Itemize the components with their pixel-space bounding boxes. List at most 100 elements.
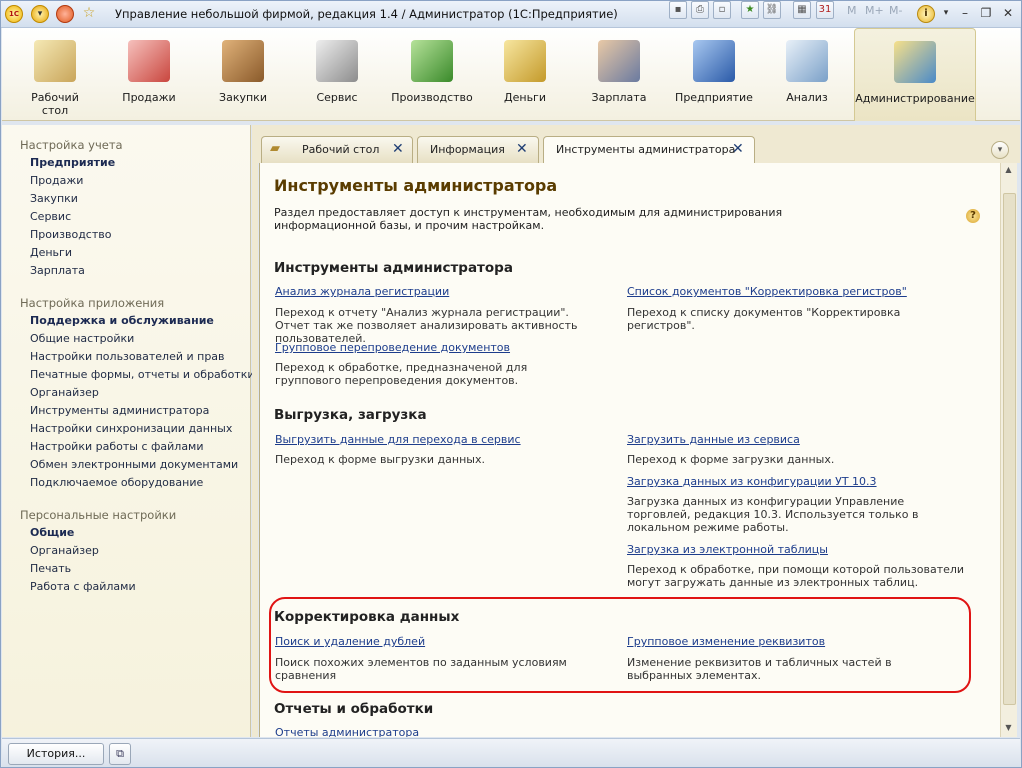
nav-item-files[interactable]: Работа с файлами — [30, 580, 136, 593]
link-find-duplicates[interactable]: Поиск и удаление дублей — [275, 635, 425, 648]
nav-item-purchases[interactable]: Закупки — [30, 192, 78, 205]
memory-m-plus[interactable]: M+ — [865, 4, 884, 17]
nav-item-print-forms[interactable]: Печатные формы, отчеты и обработки — [30, 368, 255, 381]
desc-group-edit-attributes: Изменение реквизитов и табличных частей … — [627, 656, 892, 682]
nav-item-support[interactable]: Поддержка и обслуживание — [30, 314, 214, 327]
section-heading-tools: Инструменты администратора — [274, 260, 513, 276]
add-favorite-icon[interactable]: ★ — [741, 1, 759, 19]
link-icon[interactable]: ⛓ — [763, 1, 781, 19]
nav-item-enterprise[interactable]: Предприятие — [30, 156, 115, 169]
desc-import-from-service: Переход к форме загрузки данных. — [627, 453, 835, 466]
nav-item-edi[interactable]: Обмен электронными документами — [30, 458, 238, 471]
section-money[interactable]: Деньги — [486, 28, 564, 120]
restore-icon[interactable]: ❐ — [977, 4, 995, 22]
dropdown-arrow-icon[interactable]: ▾ — [937, 4, 955, 22]
scroll-thumb[interactable] — [1003, 193, 1016, 705]
basket-icon — [128, 40, 170, 82]
link-import-spreadsheet[interactable]: Загрузка из электронной таблицы — [627, 543, 828, 556]
left-navigation-panel: Настройка учета Предприятие Продажи Заку… — [2, 125, 255, 737]
section-sales[interactable]: Продажи — [110, 28, 188, 120]
stop-icon[interactable] — [56, 5, 74, 23]
section-desktop[interactable]: Рабочий стол — [16, 28, 94, 120]
tools-icon — [316, 40, 358, 82]
memory-m-minus[interactable]: M- — [889, 4, 902, 17]
panel-splitter[interactable] — [252, 125, 258, 737]
content-area: Инструменты администратора Раздел предос… — [259, 163, 1000, 737]
section-label: Предприятие — [675, 91, 753, 104]
nav-item-users-rights[interactable]: Настройки пользователей и прав — [30, 350, 225, 363]
menu-dropdown-icon[interactable]: ▾ — [31, 5, 49, 23]
section-purchases[interactable]: Закупки — [204, 28, 282, 120]
nav-item-money[interactable]: Деньги — [30, 246, 72, 259]
link-registration-log[interactable]: Анализ журнала регистрации — [275, 285, 449, 298]
group-accounting-settings: Настройка учета — [20, 138, 123, 152]
tab-close-icon[interactable]: ✕ — [516, 141, 528, 157]
link-group-reposting[interactable]: Групповое перепроведение документов — [275, 341, 510, 354]
nav-item-production[interactable]: Производство — [30, 228, 111, 241]
nav-item-service[interactable]: Сервис — [30, 210, 71, 223]
nav-item-personal-organizer[interactable]: Органайзер — [30, 544, 99, 557]
group-personal-settings: Персональные настройки — [20, 508, 177, 522]
help-icon[interactable]: ? — [966, 209, 980, 223]
nav-item-admin-tools[interactable]: Инструменты администратора — [30, 404, 209, 417]
nav-item-print[interactable]: Печать — [30, 562, 71, 575]
boxes-icon — [222, 40, 264, 82]
calculator-icon[interactable]: ▦ — [793, 1, 811, 19]
memory-m[interactable]: M — [847, 4, 857, 17]
windows-list-icon[interactable]: ⧉ — [109, 743, 131, 765]
section-analysis[interactable]: Анализ — [768, 28, 846, 120]
tabs-menu-icon[interactable]: ▾ — [991, 141, 1009, 159]
admin-icon — [894, 41, 936, 83]
favorite-star-icon[interactable]: ☆ — [81, 5, 97, 21]
save-icon[interactable]: ▪ — [669, 1, 687, 19]
nav-item-sync-settings[interactable]: Настройки синхронизации данных — [30, 422, 232, 435]
scroll-down-icon[interactable]: ▼ — [1003, 723, 1014, 733]
desc-group-reposting: Переход к обработке, предназначеной для … — [275, 361, 528, 387]
tab-close-icon[interactable]: ✕ — [392, 141, 404, 157]
nav-item-sales[interactable]: Продажи — [30, 174, 83, 187]
link-import-ut[interactable]: Загрузка данных из конфигурации УТ 10.3 — [627, 475, 877, 488]
section-enterprise[interactable]: Предприятие — [672, 28, 756, 120]
tab-information[interactable]: Информация ✕ — [417, 136, 539, 163]
nav-item-salary[interactable]: Зарплата — [30, 264, 85, 277]
calendar-icon[interactable]: 31 — [816, 1, 834, 19]
nav-item-organizer[interactable]: Органайзер — [30, 386, 99, 399]
link-group-edit-attributes[interactable]: Групповое изменение реквизитов — [627, 635, 825, 648]
nav-item-file-settings[interactable]: Настройки работы с файлами — [30, 440, 204, 453]
nav-item-equipment[interactable]: Подключаемое оборудование — [30, 476, 203, 489]
tab-desktop[interactable]: ▰ Рабочий стол ✕ — [261, 136, 413, 163]
section-label: Зарплата — [591, 91, 647, 104]
minimize-icon[interactable]: – — [956, 4, 974, 22]
section-label: Администрирование — [855, 92, 975, 105]
link-register-corrections[interactable]: Список документов "Корректировка регистр… — [627, 285, 907, 298]
history-button[interactable]: История... — [8, 743, 104, 765]
chart-icon — [786, 40, 828, 82]
tab-close-icon[interactable]: ✕ — [732, 141, 744, 157]
section-administration[interactable]: Администрирование — [854, 28, 976, 121]
link-admin-reports[interactable]: Отчеты администратора — [275, 726, 419, 737]
vertical-scrollbar[interactable]: ▲ ▼ — [1000, 163, 1017, 737]
tab-bar: ▰ Рабочий стол ✕ Информация ✕ Инструмент… — [258, 125, 1020, 164]
section-salary[interactable]: Зарплата — [580, 28, 658, 120]
print-icon[interactable]: ⎙ — [691, 1, 709, 19]
section-label: Сервис — [316, 91, 358, 104]
section-label: Анализ — [786, 91, 828, 104]
preview-icon[interactable]: ▫ — [713, 1, 731, 19]
close-icon[interactable]: ✕ — [999, 4, 1017, 22]
1c-logo-icon[interactable]: 1С — [5, 5, 23, 23]
scroll-up-icon[interactable]: ▲ — [1003, 165, 1014, 175]
desktop-icon — [34, 40, 76, 82]
section-label: Продажи — [122, 91, 176, 104]
nav-item-general[interactable]: Общие — [30, 526, 74, 539]
section-service[interactable]: Сервис — [298, 28, 376, 120]
nav-item-general-settings[interactable]: Общие настройки — [30, 332, 134, 345]
link-export-to-service[interactable]: Выгрузить данные для перехода в сервис — [275, 433, 521, 446]
tab-admin-tools[interactable]: Инструменты администратора ✕ — [543, 136, 755, 164]
link-import-from-service[interactable]: Загрузить данные из сервиса — [627, 433, 800, 446]
section-production[interactable]: Производство — [390, 28, 474, 120]
desktop-small-icon: ▰ — [270, 141, 280, 156]
info-icon[interactable]: i — [917, 5, 935, 23]
title-bar: 1С ▾ ☆ Управление небольшой фирмой, реда… — [1, 1, 1021, 28]
section-heading-export: Выгрузка, загрузка — [274, 407, 427, 423]
window-title: Управление небольшой фирмой, редакция 1.… — [115, 7, 618, 21]
